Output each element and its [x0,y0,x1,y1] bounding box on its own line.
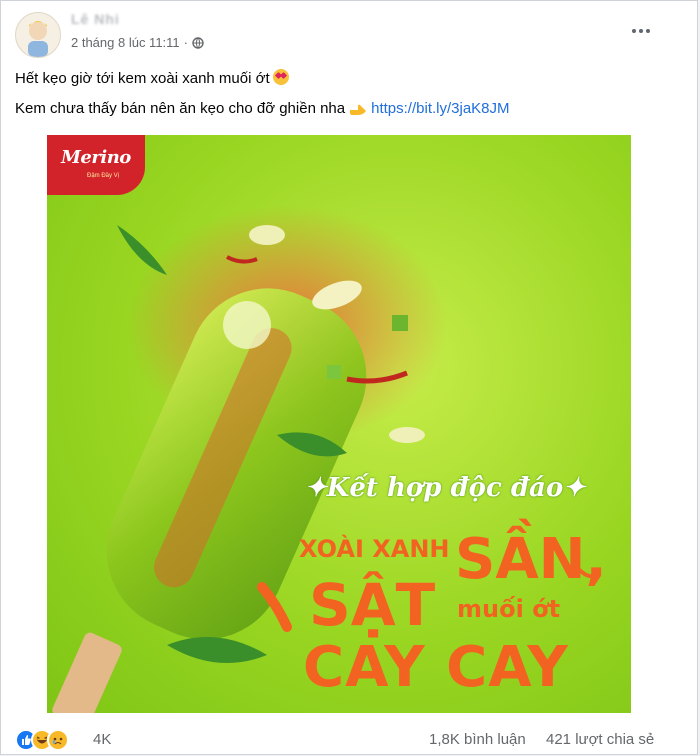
image-text-san: SẦN, [455,527,607,592]
post-meta: 2 tháng 8 lúc 11:11 · [71,35,204,50]
post-card: Lê Nhi 2 tháng 8 lúc 11:11 · Hết kẹo giờ… [0,0,698,755]
pointing-hand-emoji [349,102,367,116]
image-text-xoai-xanh: XOÀI XANH [299,535,450,563]
image-headline: ✦Kết hợp độc đáo✦ [305,473,586,503]
comments-count[interactable]: 1,8K bình luận [429,731,526,748]
reaction-count[interactable]: 4K [93,731,111,748]
post-image[interactable]: Merino Đậm Đầy Vị ✦Kết hợp độc đáo✦ XOÀI… [47,135,631,713]
meta-separator: · [183,35,189,50]
heart-eyes-emoji [272,69,289,85]
author-avatar[interactable] [15,12,61,58]
merino-logo: Merino Đậm Đầy Vị [47,135,145,195]
post-text-line-2: Kem chưa thấy bán nên ăn kẹo cho đỡ ghiề… [15,100,510,117]
image-text-sat: SẬT [309,571,436,639]
post-link[interactable]: https://bit.ly/3jaK8JM [371,100,509,117]
more-options-icon[interactable] [629,25,653,37]
image-text-cay-cay: CAY CAY [303,635,569,700]
globe-icon [192,36,204,49]
sad-reaction-icon [47,729,69,751]
image-text-muoi-ot: muối ớt [457,595,561,623]
post-text-1: Hết kẹo giờ tới kem xoài xanh muối ớt [15,70,270,87]
brand-name: Merino [61,147,131,168]
reaction-icons[interactable] [15,729,69,751]
post-text-line-1: Hết kẹo giờ tới kem xoài xanh muối ớt [15,69,289,87]
post-footer: 4K 1,8K bình luận 421 lượt chia sẻ [1,719,697,754]
post-text-2: Kem chưa thấy bán nên ăn kẹo cho đỡ ghiề… [15,100,346,117]
author-name[interactable]: Lê Nhi [71,11,120,27]
shares-count[interactable]: 421 lượt chia sẻ [546,731,654,748]
post-timestamp[interactable]: 2 tháng 8 lúc 11:11 [71,35,180,50]
brand-tagline: Đậm Đầy Vị [87,173,120,179]
